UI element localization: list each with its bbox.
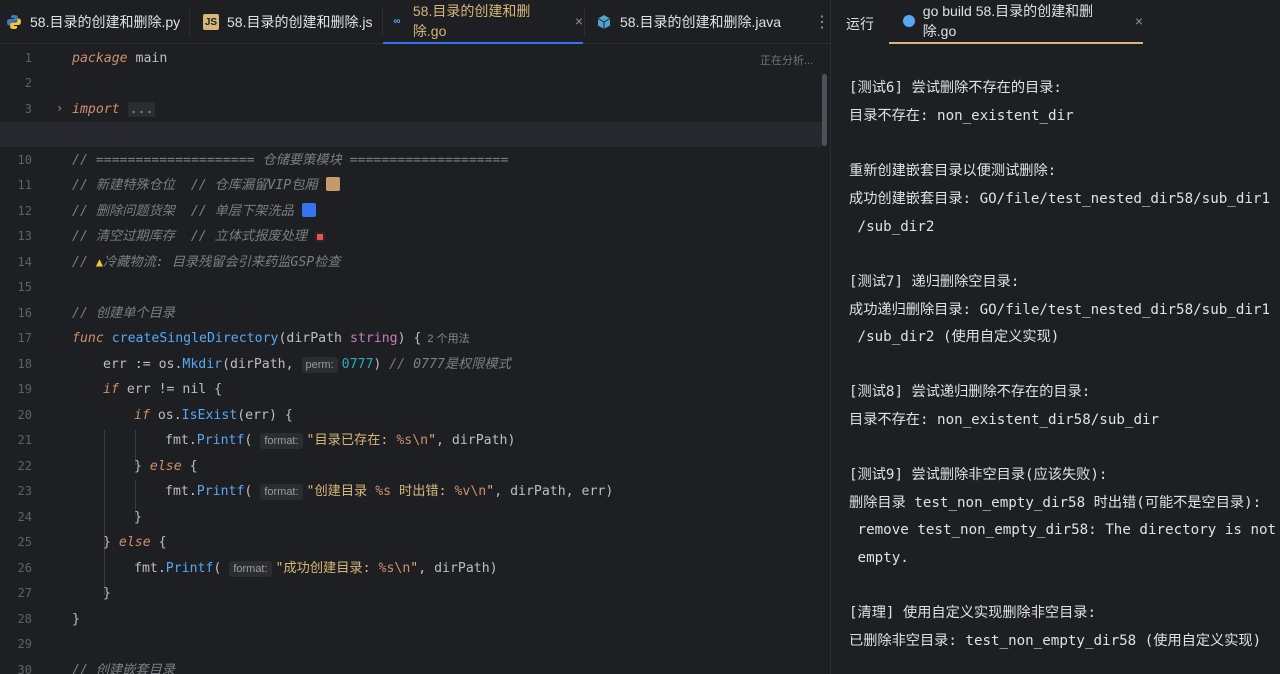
code-line-26: fmt.Printf( format: "成功创建目录: %s\n", dirPa… (134, 561, 498, 577)
param-hint: format: (260, 433, 303, 449)
code-line-1: package main (72, 51, 168, 66)
tab-go[interactable]: ∞ 58.目录的创建和删除.go × (383, 0, 583, 44)
param-hint: format: (260, 484, 303, 500)
line-number: 14 (17, 255, 32, 269)
package-emoji-icon (325, 177, 340, 191)
editor-scrollbar[interactable] (822, 74, 827, 146)
tab-js[interactable]: JS 58.目录的创建和删除.js (197, 0, 381, 44)
close-icon[interactable]: × (575, 13, 583, 29)
console-line: [测试6] 尝试删除不存在的目录: (849, 80, 1062, 96)
usages-hint[interactable]: 2 个用法 (427, 333, 469, 345)
code-line-12: // 删除问题货架 // 单层下架洗品 (72, 199, 316, 224)
code-line-3: import ... (72, 102, 156, 117)
current-line-highlight (0, 122, 822, 147)
run-panel-title: 运行 (846, 16, 874, 32)
tab-label: 58.目录的创建和删除.py (30, 14, 181, 30)
line-number: 28 (17, 612, 32, 626)
console-line: 成功创建嵌套目录: GO/file/test_nested_dir58/sub_… (849, 191, 1270, 207)
tab-divider (189, 8, 190, 36)
code-line-28: } (72, 612, 80, 627)
code-line-13: // 清空过期库存 // 立体式报废处理 (72, 224, 325, 249)
analysis-status: 正在分析... (760, 55, 814, 67)
boom-emoji-icon (314, 232, 325, 242)
console-line: [清理] 使用自定义实现删除非空目录: (849, 605, 1096, 621)
warning-icon: ▲ (95, 255, 104, 269)
code-line-20: if os.IsExist(err) { (134, 408, 293, 423)
line-number: 20 (17, 408, 32, 422)
console-line: 已删除非空目录: test_non_empty_dir58 (使用自定义实现) (849, 633, 1262, 649)
line-number: 3 (24, 102, 32, 116)
code-line-24: } (134, 510, 142, 525)
line-number: 15 (17, 280, 32, 294)
line-number: 25 (17, 535, 32, 549)
line-number: 26 (17, 561, 32, 575)
code-line-22: } else { (134, 459, 198, 474)
line-number: 18 (17, 357, 32, 371)
console-line: 删除目录 test_non_empty_dir58 时出错(可能不是空目录): (849, 495, 1262, 511)
editor-tab-bar: 58.目录的创建和删除.py JS 58.目录的创建和删除.js ∞ 58.目录… (0, 0, 830, 44)
code-line-17: func createSingleDirectory(dirPath strin… (72, 331, 470, 346)
code-line-27: } (103, 586, 111, 601)
console-line: /sub_dir2 (使用自定义实现) (849, 329, 1060, 345)
person-emoji-icon (301, 203, 316, 217)
go-icon: ∞ (393, 15, 401, 27)
run-panel: 运行 go build 58.目录的创建和删除.go × [测试6] 尝试删除不… (830, 0, 1280, 674)
console-line: /sub_dir2 (849, 219, 935, 235)
param-hint: perm: (301, 357, 338, 373)
tab-divider (584, 8, 585, 36)
code-line-19: if err != nil { (103, 382, 223, 397)
line-number: 30 (17, 663, 32, 674)
console-line: 重新创建嵌套目录以便测试删除: (849, 163, 1057, 179)
console-line: 目录不存在: non_existent_dir58/sub_dir (849, 412, 1160, 428)
line-number: 19 (17, 382, 32, 396)
tab-java[interactable]: 58.目录的创建和删除.java (590, 0, 790, 44)
line-number: 23 (17, 484, 32, 498)
line-number: 17 (17, 331, 32, 345)
code-line-30: // 创建嵌套目录 (72, 663, 175, 674)
line-number: 1 (24, 51, 32, 65)
fold-chevron-right-icon[interactable]: › (56, 101, 63, 115)
code-line-14: // ▲冷藏物流: 目录残留会引来药监GSP检查 (72, 255, 341, 270)
run-tab-label: go build 58.目录的创建和删除.go (922, 3, 1094, 39)
run-tab[interactable]: go build 58.目录的创建和删除.go × (889, 0, 1143, 44)
tab-label: 58.目录的创建和删除.js (227, 14, 373, 30)
python-icon (6, 14, 22, 30)
line-number: 11 (17, 178, 32, 192)
console-line: [测试9] 尝试删除非空目录(应该失败): (849, 467, 1108, 483)
line-number: 12 (17, 204, 32, 218)
line-number: 29 (17, 637, 32, 651)
line-number: 21 (17, 433, 32, 447)
code-line-10: // ==================== 仓储要策模块 =========… (72, 153, 509, 168)
line-number: 22 (17, 459, 32, 473)
line-number: 16 (17, 306, 32, 320)
code-editor[interactable]: 58.目录的创建和删除.py JS 58.目录的创建和删除.js ∞ 58.目录… (0, 0, 830, 674)
code-line-18: err := os.Mkdir(dirPath, perm: 0777) // 0… (103, 357, 511, 373)
console-line: [测试8] 尝试递归删除不存在的目录: (849, 384, 1091, 400)
run-toolbar: 运行 go build 58.目录的创建和删除.go × (831, 0, 1280, 44)
console-line: 成功递归删除目录: GO/file/test_nested_dir58/sub_… (849, 302, 1270, 318)
line-number: 13 (17, 229, 32, 243)
console-line: remove test_non_empty_dir58: The directo… (849, 522, 1277, 538)
code-line-23: fmt.Printf( format: "创建目录 %s 时出错: %v\n", … (165, 484, 614, 500)
tab-label: 58.目录的创建和删除.go (412, 3, 531, 39)
code-line-16: // 创建单个目录 (72, 306, 175, 321)
more-tabs-icon[interactable]: ⋮ (814, 12, 830, 32)
tab-py[interactable]: 58.目录的创建和删除.py (0, 0, 188, 44)
line-number: 10 (17, 153, 32, 167)
console-line: 目录不存在: non_existent_dir (849, 108, 1074, 124)
close-icon[interactable]: × (1135, 13, 1143, 29)
js-icon: JS (203, 14, 219, 30)
param-hint: format: (229, 561, 272, 577)
code-line-25: } else { (103, 535, 167, 550)
go-icon (903, 15, 915, 27)
line-number: 27 (17, 586, 32, 600)
line-number: 2 (24, 76, 32, 90)
code-line-21: fmt.Printf( format: "目录已存在: %s\n", dirPat… (165, 433, 516, 449)
tab-label: 58.目录的创建和删除.java (620, 14, 782, 30)
code-line-11: // 新建特殊仓位 // 仓库漏留VIP包厢 (72, 173, 340, 198)
console-line: empty. (849, 550, 909, 566)
line-number: 24 (17, 510, 32, 524)
java-icon (596, 14, 612, 30)
console-line: [测试7] 递归删除空目录: (849, 274, 1020, 290)
